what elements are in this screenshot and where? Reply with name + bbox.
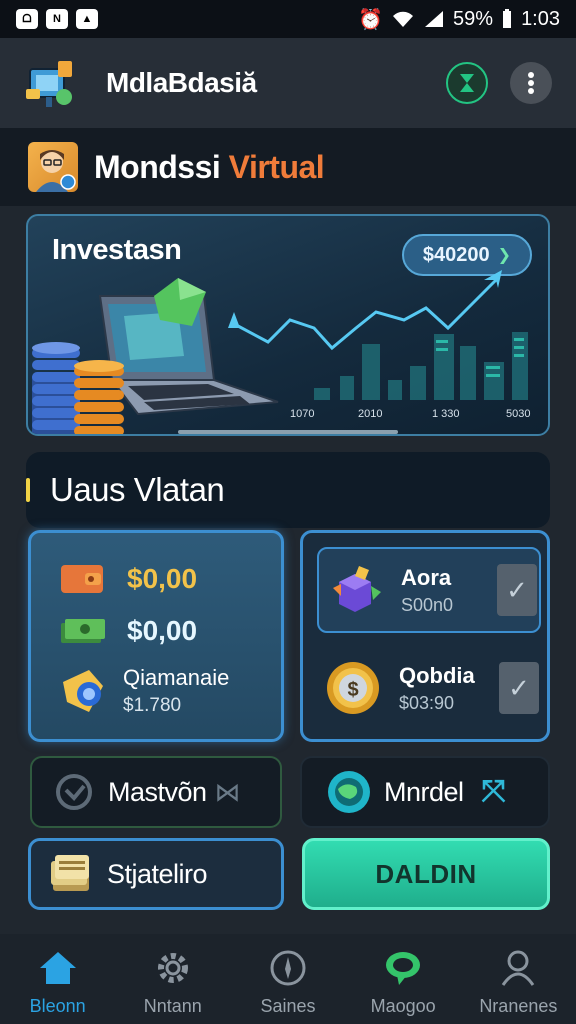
chart-tick-label: 1070: [290, 408, 315, 420]
asset-checkbox[interactable]: ✓: [499, 662, 539, 714]
more-vertical-icon: [528, 72, 534, 94]
asset-value: S00n0: [401, 594, 454, 615]
checkmark-icon: ✓: [506, 574, 528, 605]
wallet-value: $0,00: [127, 615, 198, 646]
nav-item-explore[interactable]: Saines: [238, 948, 338, 1017]
daldin-button[interactable]: DALDIN: [302, 838, 550, 910]
hero-illustration: [32, 270, 528, 434]
nav-item-messages[interactable]: Maogoo: [353, 948, 453, 1017]
nav-label: Maogoo: [370, 995, 436, 1016]
wallet-row: $0,00: [59, 561, 197, 597]
nav-label: Bleonn: [29, 995, 86, 1016]
crystal-cube-icon: [325, 560, 385, 620]
avatar[interactable]: [28, 142, 78, 192]
gold-shield-icon: [59, 666, 105, 716]
nav-label: Nntann: [143, 995, 202, 1016]
app-logo-icon: [24, 55, 80, 111]
wallet-row: $0,00: [59, 613, 197, 649]
svg-text:$: $: [347, 679, 358, 701]
alarm-icon: ⏰: [358, 8, 384, 31]
asset-value: $03:90: [399, 692, 455, 713]
wallet-card[interactable]: $0,00 $0,00 Qiamanaie $1.780: [28, 530, 284, 742]
arrow-cross-icon: ⤧: [481, 775, 506, 808]
mastvon-button[interactable]: Mastvõn ⋈: [30, 756, 282, 828]
wallet-orange-icon: [59, 561, 105, 597]
mnrdel-label: Mnrdel: [384, 776, 464, 807]
app-header: MdlaBdasiă: [0, 38, 576, 128]
hero-scroll-indicator: [178, 430, 398, 434]
app-title: MdlaBdasiă: [106, 67, 257, 98]
stjateliro-label: Stjateliro: [107, 858, 208, 889]
assets-card: Aora S00n0 ✓ $ Qobdia $03:90 ✓: [300, 530, 550, 742]
chart-tick-label: 2010: [358, 408, 383, 420]
asset-name: Qobdia: [399, 662, 475, 688]
nav-item-profile[interactable]: Nranenes: [468, 948, 568, 1017]
hourglass-icon: [460, 74, 474, 92]
nav-item-home[interactable]: Bleonn: [8, 948, 108, 1017]
wallet-item-name: Qiamanaie: [123, 665, 230, 690]
clock: 1:03: [521, 7, 560, 30]
notification-photo-icon: ▲: [76, 9, 98, 29]
swap-icon: ⋈: [214, 776, 241, 807]
wifi-icon: [393, 11, 414, 27]
section-title: Uaus Vlatan: [50, 471, 225, 508]
chat-icon: [381, 948, 425, 988]
daldin-label: DALDIN: [375, 858, 477, 889]
nav-label: Nranenes: [479, 995, 558, 1016]
checkmark-icon: ✓: [508, 672, 530, 703]
subtitle-main: Mondssi: [94, 148, 221, 185]
mnrdel-button[interactable]: Mnrdel ⤧: [300, 756, 550, 828]
hourglass-button[interactable]: [446, 62, 488, 104]
wallet-value: $0,00: [127, 563, 198, 594]
notification-n-icon: N: [46, 9, 68, 29]
compass-icon: [266, 948, 310, 988]
section-header: Uaus Vlatan: [26, 452, 550, 528]
mastvon-label: Mastvõn: [108, 776, 207, 807]
wallet-item-value: $1.780: [123, 695, 182, 716]
bottom-nav: Bleonn Nntann Saines Maogoo Nranenes: [0, 934, 576, 1024]
globe-icon: [328, 771, 370, 813]
battery-icon: [503, 9, 512, 28]
money-bundle-icon: [51, 855, 89, 891]
cash-stack-icon: [59, 613, 105, 649]
gold-coin-icon: $: [323, 658, 383, 718]
nav-label: Saines: [260, 995, 316, 1016]
nav-item-settings[interactable]: Nntann: [123, 948, 223, 1017]
home-icon: [36, 948, 80, 988]
asset-item-aora[interactable]: Aora S00n0 ✓: [317, 547, 541, 633]
status-bar: ᗝ N ▲ ⏰ 59% 1:03: [0, 0, 576, 38]
chart-tick-label: 5030: [506, 408, 531, 420]
stjateliro-button[interactable]: Stjateliro: [28, 838, 284, 910]
signal-icon: [425, 11, 444, 27]
profile-banner: Mondssi Virtual: [0, 128, 576, 206]
wallet-row: Qiamanaie $1.780: [59, 665, 229, 717]
chart-tick-label: 1 330: [432, 408, 460, 420]
investment-hero-card[interactable]: Investasn $40200 ❯ 1070 2010 1 330 5030: [26, 214, 550, 436]
battery-percent: 59%: [453, 7, 494, 30]
gear-icon: [151, 948, 195, 988]
asset-item-qobdia[interactable]: $ Qobdia $03:90 ✓: [317, 645, 541, 731]
user-icon: [496, 948, 540, 988]
check-badge-icon: [56, 774, 92, 810]
asset-checkbox[interactable]: ✓: [497, 564, 537, 616]
page-subtitle: Mondssi Virtual: [94, 148, 325, 186]
asset-name: Aora: [401, 564, 452, 590]
notification-app-icon: ᗝ: [16, 9, 38, 29]
subtitle-accent: Virtual: [228, 148, 325, 185]
section-marker: [26, 478, 30, 502]
more-options-button[interactable]: [510, 62, 552, 104]
